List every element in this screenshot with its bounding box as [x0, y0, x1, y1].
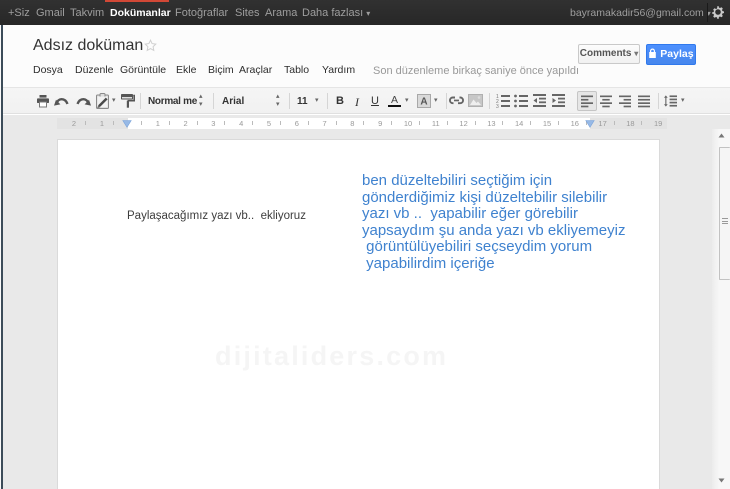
svg-text:3: 3	[496, 104, 499, 108]
svg-text:A: A	[420, 97, 427, 108]
